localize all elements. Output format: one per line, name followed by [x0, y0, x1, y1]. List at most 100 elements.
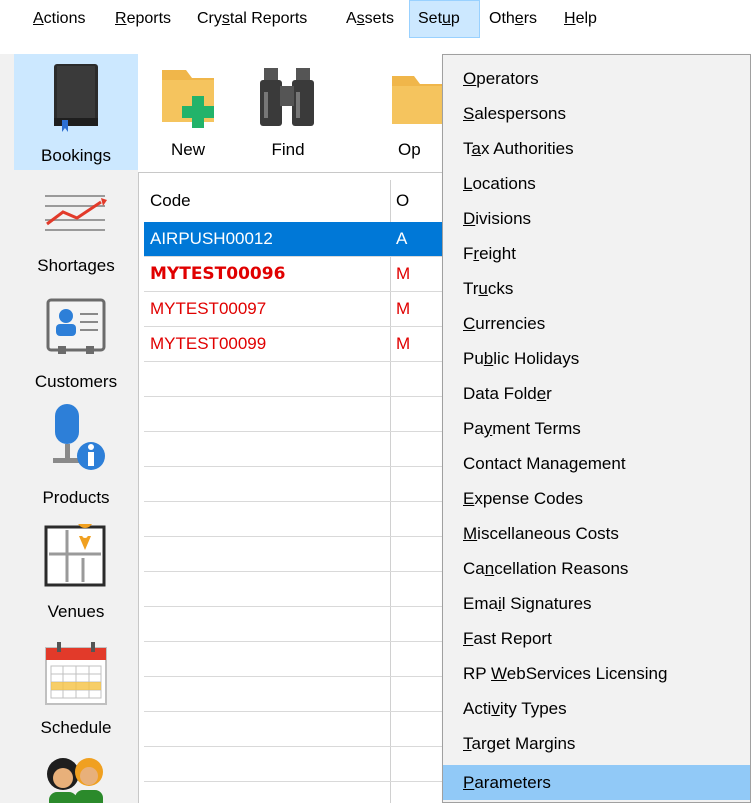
- menu-reports[interactable]: Reports: [115, 0, 171, 38]
- new-folder-icon: [162, 70, 214, 128]
- item-text: xpense Codes: [474, 489, 584, 508]
- item-text: Pu: [463, 349, 484, 368]
- find-label: Find: [271, 140, 305, 159]
- item-text: ment Terms: [492, 419, 581, 438]
- menu-actions[interactable]: Actions: [33, 0, 85, 38]
- find-button[interactable]: Find: [238, 54, 338, 172]
- item-text: ivisions: [475, 209, 532, 228]
- menu-assets[interactable]: Assets: [346, 0, 394, 38]
- map-pin-icon: [44, 524, 106, 587]
- menu-item-contact-management[interactable]: Contact Management: [443, 446, 750, 481]
- menu-accel: u: [442, 10, 451, 27]
- menu-help[interactable]: Help: [564, 0, 597, 38]
- menu-item-parameters[interactable]: Parameters: [443, 765, 750, 800]
- item-accel: O: [463, 69, 477, 88]
- menu-crystal-reports[interactable]: Crystal Reports: [197, 0, 307, 38]
- item-accel: W: [491, 664, 507, 683]
- item-text: RP: [463, 664, 492, 683]
- column-header-o[interactable]: O: [390, 180, 450, 222]
- menu-accel: s: [356, 10, 365, 27]
- new-label: New: [170, 140, 205, 159]
- cell-col2: M: [396, 264, 411, 283]
- sidebar-item-shortages[interactable]: Shortages: [14, 170, 138, 284]
- sidebar-label: Venues: [47, 602, 105, 621]
- menu-accel: R: [115, 10, 127, 27]
- menu-item-expense-codes[interactable]: Expense Codes: [443, 481, 750, 516]
- cell-code: AIRPUSH00012: [150, 229, 273, 248]
- item-accel: F: [463, 629, 474, 648]
- item-accel: u: [478, 279, 488, 298]
- menu-text: ctions: [43, 10, 86, 27]
- menu-item-cancellation-reasons[interactable]: Cancellation Reasons: [443, 551, 750, 586]
- cell-col2: M: [396, 299, 411, 318]
- item-text: lic Holidays: [493, 349, 580, 368]
- item-accel: P: [463, 773, 475, 792]
- item-text: Pa: [463, 419, 484, 438]
- sidebar-item-schedule[interactable]: Schedule: [14, 626, 138, 742]
- item-text: Contact Mana: [463, 454, 569, 473]
- menu-text: sets: [364, 10, 395, 27]
- item-text: F: [463, 244, 474, 263]
- menu-item-freight[interactable]: Freight: [443, 236, 750, 271]
- item-text: alespersons: [474, 104, 567, 123]
- menu-item-currencies[interactable]: Currencies: [443, 306, 750, 341]
- cell-col2: M: [396, 334, 411, 353]
- menu-others[interactable]: Others: [489, 0, 537, 38]
- item-text: ocations: [472, 174, 536, 193]
- cell-col2: A: [396, 229, 408, 248]
- menu-setup[interactable]: Setup: [409, 0, 480, 38]
- sidebar: Bookings Shortages Customers Products Ve…: [0, 54, 139, 803]
- sidebar-item-venues[interactable]: Venues: [14, 512, 138, 626]
- item-text: Ema: [463, 594, 498, 613]
- menu-item-public-holidays[interactable]: Public Holidays: [443, 341, 750, 376]
- menu-text: Cry: [197, 10, 222, 27]
- menu-item-locations[interactable]: Locations: [443, 166, 750, 201]
- microphone-info-icon: [53, 404, 105, 470]
- contact-card-icon: [46, 298, 106, 354]
- item-text: T: [463, 139, 472, 158]
- menu-text: A: [346, 10, 357, 27]
- menu-accel: H: [564, 10, 576, 27]
- new-button[interactable]: New: [138, 54, 238, 172]
- setup-menu: Operators Salespersons Tax Authorities L…: [442, 54, 751, 803]
- menu-item-salespersons[interactable]: Salespersons: [443, 96, 750, 131]
- menu-item-tax-authorities[interactable]: Tax Authorities: [443, 131, 750, 166]
- menu-item-email-signatures[interactable]: Email Signatures: [443, 586, 750, 621]
- menu-item-target-margins[interactable]: Target Margins: [443, 726, 750, 761]
- cell-code: MYTEST00097: [150, 299, 267, 318]
- item-text: urrencies: [475, 314, 546, 333]
- menu-item-operators[interactable]: Operators: [443, 61, 750, 96]
- item-text: ity Types: [499, 699, 567, 718]
- menu-item-data-folder[interactable]: Data Folder: [443, 376, 750, 411]
- item-text: cellation Reasons: [494, 559, 629, 578]
- item-text: perators: [476, 69, 539, 88]
- open-button[interactable]: Op: [338, 54, 442, 172]
- trend-chart-icon: [45, 195, 107, 231]
- people-icon: [47, 758, 103, 803]
- menu-item-activity-types[interactable]: Activity Types: [443, 691, 750, 726]
- calendar-icon: [45, 642, 107, 705]
- menu-item-payment-terms[interactable]: Payment Terms: [443, 411, 750, 446]
- menu-text: Set: [418, 10, 443, 27]
- column-header-code[interactable]: Code: [144, 180, 390, 222]
- menu-accel: A: [33, 10, 44, 27]
- item-accel: E: [463, 489, 475, 508]
- menu-item-trucks[interactable]: Trucks: [443, 271, 750, 306]
- sidebar-item-people[interactable]: [14, 742, 138, 803]
- sidebar-item-products[interactable]: Products: [14, 398, 138, 512]
- menu-text: p: [450, 10, 460, 27]
- menu-accel: s: [221, 10, 230, 27]
- item-text: Ca: [463, 559, 485, 578]
- menu-item-miscellaneous-costs[interactable]: Miscellaneous Costs: [443, 516, 750, 551]
- item-text: Acti: [463, 699, 492, 718]
- menu-text: rs: [523, 10, 538, 27]
- sidebar-item-customers[interactable]: Customers: [14, 284, 138, 398]
- menu-item-divisions[interactable]: Divisions: [443, 201, 750, 236]
- sidebar-item-bookings[interactable]: Bookings: [14, 54, 138, 170]
- menu-item-rp-webservices-licensing[interactable]: RP WebServices Licensing: [443, 656, 750, 691]
- cell-code: MYTEST00096: [150, 264, 286, 284]
- item-text: Data Fold: [463, 384, 537, 403]
- item-text: x Authorities: [480, 139, 574, 158]
- menu-text: elp: [575, 10, 597, 27]
- menu-item-fast-report[interactable]: Fast Report: [443, 621, 750, 656]
